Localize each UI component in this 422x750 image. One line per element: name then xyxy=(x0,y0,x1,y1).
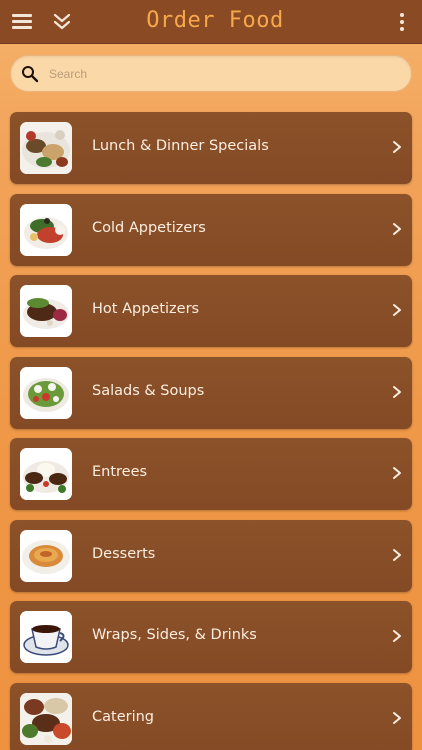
kebab-rice-thumbnail xyxy=(20,448,72,500)
chevron-right-icon xyxy=(392,710,402,724)
tea-cup-thumbnail xyxy=(20,611,72,663)
search-icon xyxy=(21,65,39,83)
category-label: Hot Appetizers xyxy=(92,301,200,317)
page-title: Order Food xyxy=(146,8,284,33)
platter-thumbnail xyxy=(20,122,72,174)
category-list: Lunch & Dinner Specials Cold Appetizers xyxy=(10,112,412,750)
category-label: Catering xyxy=(92,708,155,725)
category-item-salads-soups[interactable]: Salads & Soups xyxy=(10,356,412,429)
category-label: Entrees xyxy=(92,464,148,480)
chevron-right-icon xyxy=(392,221,402,235)
category-item-catering[interactable]: Catering xyxy=(10,682,412,750)
double-chevron-down-icon[interactable] xyxy=(50,10,74,34)
app-header: Order Food xyxy=(0,0,422,44)
search-bar[interactable] xyxy=(10,55,412,92)
search-input[interactable] xyxy=(49,62,399,86)
category-label: Lunch & Dinner Specials xyxy=(92,138,269,154)
category-item-desserts[interactable]: Desserts xyxy=(10,519,412,592)
chevron-right-icon xyxy=(392,465,402,479)
dessert-thumbnail xyxy=(20,529,72,582)
category-label: Wraps, Sides, & Drinks xyxy=(92,627,257,643)
category-label: Cold Appetizers xyxy=(92,219,206,236)
salad-thumbnail xyxy=(20,366,72,419)
chevron-right-icon xyxy=(392,139,402,153)
category-item-entrees[interactable]: Entrees xyxy=(10,438,412,510)
catering-spread-thumbnail xyxy=(20,692,72,745)
vertical-dots-icon[interactable] xyxy=(394,11,410,33)
category-item-lunch-dinner-specials[interactable]: Lunch & Dinner Specials xyxy=(10,112,412,184)
category-item-hot-appetizers[interactable]: Hot Appetizers xyxy=(10,275,412,347)
chevron-right-icon xyxy=(392,547,402,561)
category-item-wraps-sides-drinks[interactable]: Wraps, Sides, & Drinks xyxy=(10,601,412,673)
chevron-right-icon xyxy=(392,302,402,316)
category-label: Desserts xyxy=(92,545,156,562)
meat-plate-thumbnail xyxy=(20,285,72,337)
category-label: Salads & Soups xyxy=(92,382,205,399)
hamburger-menu-icon[interactable] xyxy=(10,11,34,33)
plate-salad-thumbnail xyxy=(20,203,72,256)
chevron-right-icon xyxy=(392,384,402,398)
category-item-cold-appetizers[interactable]: Cold Appetizers xyxy=(10,193,412,266)
chevron-right-icon xyxy=(392,628,402,642)
